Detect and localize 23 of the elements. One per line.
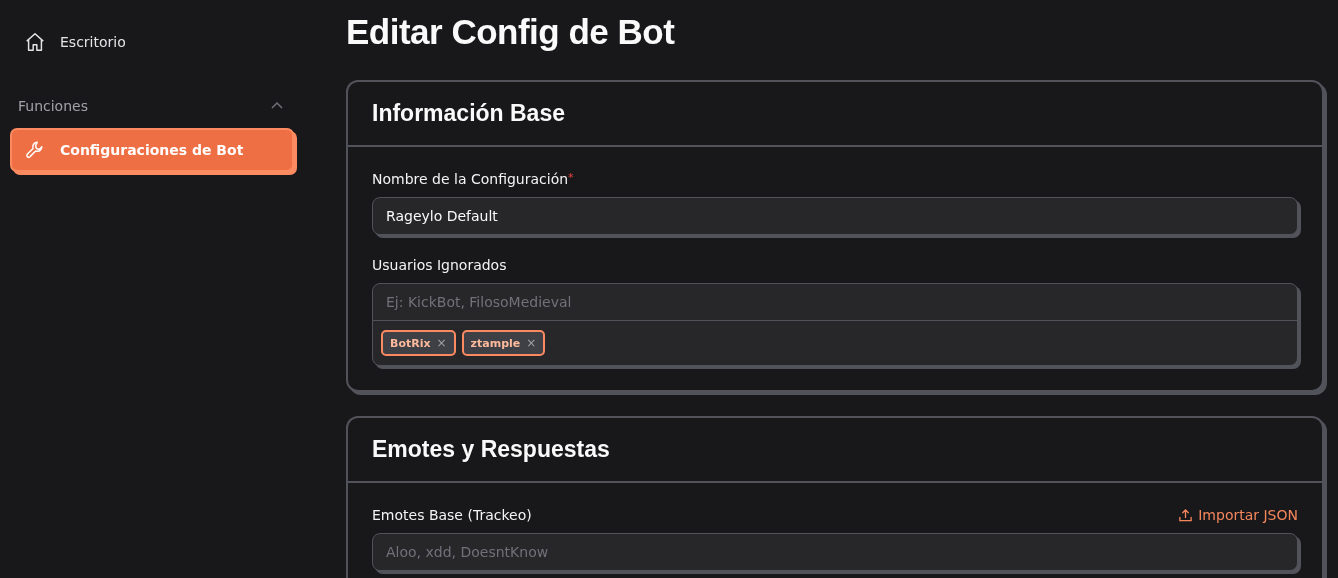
- sidebar-item[interactable]: Escritorio: [10, 20, 294, 64]
- section-title: Emotes y Respuestas: [348, 418, 1322, 483]
- section-title: Información Base: [348, 82, 1322, 147]
- home-icon: [24, 31, 46, 53]
- import-link[interactable]: Importar JSON: [1178, 507, 1298, 523]
- required-mark: *: [568, 171, 574, 184]
- remove-button[interactable]: ×: [436, 336, 447, 350]
- tag-label: ztample: [470, 336, 521, 350]
- tag-label: BotRix: [390, 336, 431, 350]
- tags-field[interactable]: Ej: KickBot, FilosoMedieval BotRix × ztample ×: [372, 283, 1298, 366]
- tag-chip[interactable]: BotRix ×: [381, 330, 456, 356]
- group-title: Funciones: [18, 98, 88, 114]
- text-field[interactable]: Rageylo Default: [372, 197, 1298, 235]
- text-field[interactable]: Ej: KickBot, FilosoMedieval: [373, 284, 1297, 321]
- field-label: Usuarios Ignorados: [372, 257, 507, 273]
- remove-button[interactable]: ×: [526, 336, 537, 350]
- page-title: Editar Config de Bot: [346, 11, 676, 53]
- field-label: Nombre de la Configuración$^{*}$: [372, 171, 574, 187]
- wrench-icon: [24, 139, 46, 161]
- field-label: Emotes Base (Trackeo): [372, 507, 532, 523]
- text-field[interactable]: Aloo, xdd, DoesntKnow: [372, 533, 1298, 571]
- upload-icon: [1178, 507, 1194, 523]
- tag-chip[interactable]: ztample ×: [461, 330, 546, 356]
